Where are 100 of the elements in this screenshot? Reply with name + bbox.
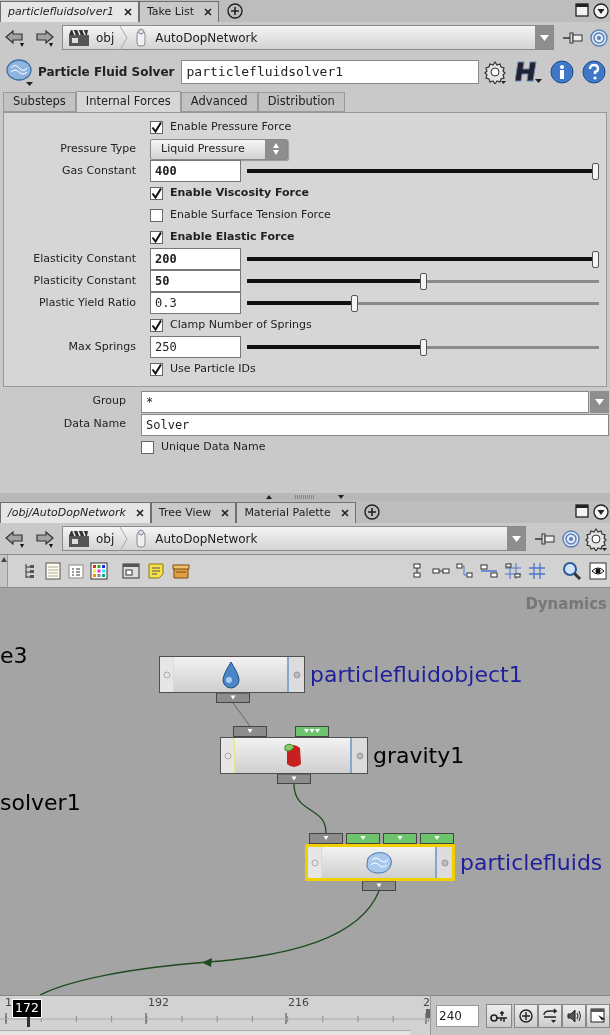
window-cursor-icon: [590, 1007, 606, 1024]
slider[interactable]: [247, 250, 599, 268]
close-icon[interactable]: [135, 509, 144, 517]
add-tab-icon[interactable]: [227, 3, 244, 19]
package-icon[interactable]: [172, 562, 190, 580]
collapse-up-icon[interactable]: [266, 495, 272, 499]
list-icon[interactable]: [44, 562, 62, 580]
input-connector[interactable]: [233, 726, 267, 737]
text-field[interactable]: *: [141, 390, 589, 413]
key-button[interactable]: [486, 1003, 512, 1028]
checkbox[interactable]: [141, 441, 154, 454]
slider-handle[interactable]: [419, 272, 427, 290]
node-type-icon[interactable]: [6, 57, 34, 87]
color-grid-icon[interactable]: [90, 562, 108, 580]
slider-handle[interactable]: [592, 162, 599, 180]
search-icon[interactable]: [562, 561, 582, 581]
number-field[interactable]: 50: [150, 270, 241, 292]
slider[interactable]: [247, 162, 599, 180]
output-connector[interactable]: [362, 881, 396, 891]
parameter-tab[interactable]: Advanced: [180, 92, 258, 112]
forward-arrow-icon[interactable]: [33, 528, 55, 549]
path-segment[interactable]: AutoDopNetwork: [128, 26, 263, 49]
settings-icon[interactable]: [584, 526, 608, 551]
stair-layout-icon[interactable]: [456, 562, 474, 580]
input-connector[interactable]: [383, 833, 417, 844]
checkbox[interactable]: [150, 208, 163, 222]
dropdown-button[interactable]: [535, 26, 553, 49]
network-box-icon[interactable]: [122, 562, 140, 580]
slider[interactable]: [247, 294, 599, 312]
checkbox[interactable]: [150, 230, 163, 244]
close-icon[interactable]: [221, 509, 230, 517]
input-connector[interactable]: [346, 833, 380, 844]
target-icon[interactable]: [562, 529, 580, 548]
forward-arrow-icon[interactable]: [33, 27, 55, 48]
close-icon[interactable]: [204, 8, 213, 16]
frame-marker[interactable]: [27, 1017, 30, 1027]
add-tab-icon[interactable]: [363, 504, 380, 520]
back-arrow-icon[interactable]: [4, 27, 26, 48]
node-name-field[interactable]: particlefluidsolver1: [180, 60, 479, 84]
timeline-end-handle[interactable]: [426, 1009, 430, 1018]
number-field[interactable]: 400: [150, 160, 241, 182]
slider-handle[interactable]: [592, 250, 599, 268]
playback-option-button[interactable]: [514, 1003, 538, 1028]
checkbox[interactable]: [150, 362, 163, 376]
playback-option-button[interactable]: [586, 1003, 610, 1028]
input-connector[interactable]: [309, 833, 343, 844]
checkbox[interactable]: [150, 186, 163, 200]
offset-layout-icon[interactable]: [480, 562, 498, 580]
close-icon[interactable]: [340, 509, 349, 517]
eye-icon[interactable]: [589, 562, 607, 580]
dropdown-button[interactable]: [507, 527, 525, 550]
number-field[interactable]: 200: [150, 248, 241, 270]
dropdown-button[interactable]: [590, 390, 609, 413]
path-segment[interactable]: obj: [63, 527, 120, 550]
maximize-icon[interactable]: [575, 3, 589, 17]
parameter-tab[interactable]: Distribution: [257, 92, 345, 112]
grid-layout-icon[interactable]: [504, 562, 522, 580]
pane-menu-icon[interactable]: [593, 504, 609, 520]
pane-menu-icon[interactable]: [593, 3, 609, 19]
playback-option-button[interactable]: [562, 1003, 586, 1028]
parameter-tab[interactable]: Substeps: [3, 92, 76, 112]
path-segment[interactable]: obj: [63, 26, 120, 49]
input-connector[interactable]: [295, 726, 329, 737]
checkbox[interactable]: [150, 318, 163, 332]
details-icon[interactable]: [67, 562, 85, 580]
output-connector[interactable]: [216, 693, 250, 703]
end-frame-field[interactable]: 240: [436, 1004, 479, 1027]
node-label: solver1: [0, 792, 81, 814]
slider-handle[interactable]: [350, 294, 358, 312]
maximize-icon[interactable]: [575, 504, 589, 518]
pane-tab[interactable]: Tree View: [150, 502, 237, 523]
close-icon[interactable]: [123, 8, 132, 16]
path-segment[interactable]: AutoDopNetwork: [128, 527, 263, 550]
slider[interactable]: [247, 338, 599, 356]
parameter-tab[interactable]: Internal Forces: [75, 91, 181, 112]
grid-icon[interactable]: [528, 562, 546, 580]
number-field[interactable]: 0.3: [150, 292, 241, 314]
back-arrow-icon[interactable]: [4, 528, 26, 549]
pane-tab[interactable]: /obj/AutoDopNetwork: [0, 502, 151, 523]
info-icon[interactable]: [550, 60, 574, 84]
pane-tab[interactable]: Take List: [138, 1, 220, 22]
checkbox[interactable]: [150, 120, 163, 134]
pane-tab[interactable]: Material Palette: [236, 502, 356, 523]
number-field[interactable]: 250: [150, 336, 241, 358]
collapse-down-icon[interactable]: [338, 495, 344, 499]
target-icon[interactable]: [590, 28, 608, 47]
help-icon[interactable]: [582, 60, 606, 84]
grip-icon[interactable]: [294, 495, 316, 499]
scroll-up-icon[interactable]: [0, 557, 7, 562]
pane-tab[interactable]: particlefluidsolver1: [0, 1, 139, 22]
scrollbar[interactable]: [0, 1030, 410, 1035]
slider-handle[interactable]: [419, 338, 427, 356]
node-label: gravity1: [373, 744, 465, 767]
output-connector[interactable]: [277, 774, 311, 784]
settings-icon[interactable]: [483, 60, 507, 84]
dropdown-menu[interactable]: Liquid Pressure: [150, 138, 288, 160]
input-connector[interactable]: [420, 833, 454, 844]
text-field[interactable]: Solver: [141, 413, 609, 436]
playback-option-button[interactable]: [538, 1003, 562, 1028]
slider[interactable]: [247, 272, 599, 290]
